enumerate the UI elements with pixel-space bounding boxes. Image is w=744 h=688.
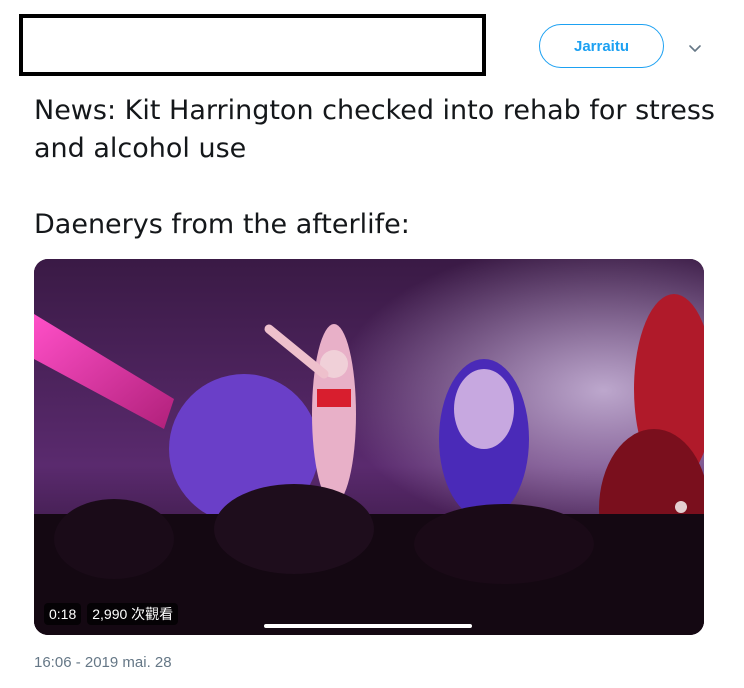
follow-button-label: Jarraitu — [573, 37, 630, 55]
tweet-line-daenerys: Daenerys from the afterlife: — [34, 209, 410, 240]
redacted-user-header — [19, 14, 486, 76]
tweet-text: News: Kit Harrington checked into rehab … — [34, 92, 724, 244]
chevron-down-icon[interactable] — [684, 38, 706, 60]
video-views: 2,990 次觀看 — [87, 603, 179, 625]
video-progress-bar[interactable] — [264, 624, 472, 628]
video-meta: 0:18 2,990 次觀看 — [44, 603, 179, 625]
tweet-line-news: News: Kit Harrington checked into rehab … — [34, 95, 715, 164]
video-player[interactable] — [34, 259, 704, 635]
video-frame — [34, 259, 704, 635]
video-duration: 0:18 — [44, 603, 82, 625]
tweet-timestamp[interactable]: 16:06 - 2019 mai. 28 — [34, 654, 172, 671]
follow-button[interactable]: Jarraitu — [539, 24, 664, 68]
